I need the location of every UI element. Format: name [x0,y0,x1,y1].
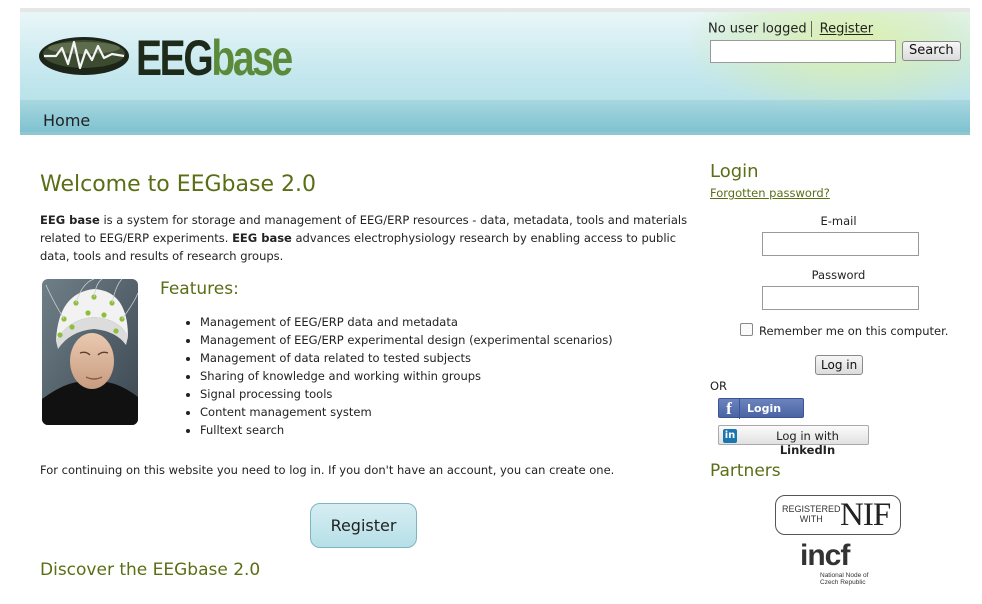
remember-label: Remember me on this computer. [759,324,949,338]
site-header: EEGbase Home No user logged Register Sear… [20,12,970,135]
list-item: Content management system [200,403,613,421]
forgotten-password-link[interactable]: Forgotten password? [710,186,830,200]
checkbox-icon[interactable] [740,323,753,336]
continue-text: For continuing on this website you need … [40,463,615,477]
intro-paragraph: EEG base is a system for storage and man… [40,213,688,263]
password-field[interactable] [762,286,919,310]
remember-me[interactable]: Remember me on this computer. [740,323,948,338]
facebook-login-label: Login [747,402,782,415]
brand-name: EEG base [40,213,100,227]
user-status-text: No user logged [708,21,807,37]
or-separator: OR [710,379,728,393]
list-item: Signal processing tools [200,385,613,403]
logo-wordmark[interactable]: EEGbase [136,30,293,86]
incf-name: incf [800,539,850,572]
nif-name: NIF [840,497,891,533]
list-item: Management of EEG/ERP experimental desig… [200,331,613,349]
list-item: Management of EEG/ERP data and metadata [200,313,613,331]
eeg-cap-photo [42,279,138,425]
incf-partner-logo[interactable]: incf National Node of Czech Republic [796,539,876,591]
linkedin-login-label: Log in with LinkedIn [776,429,839,457]
discover-heading: Discover the EEGbase 2.0 [40,560,261,580]
incf-subtitle: National Node of Czech Republic [820,572,869,586]
user-status: No user logged Register [708,21,873,37]
features-list: Management of EEG/ERP data and metadata … [182,313,613,439]
eeg-wave-logo-icon[interactable] [38,34,130,78]
email-field[interactable] [762,232,919,256]
register-button[interactable]: Register [310,503,417,548]
page-title: Welcome to EEGbase 2.0 [40,172,316,197]
login-heading: Login [710,161,759,182]
password-label: Password [811,268,866,282]
list-item: Fulltext search [200,421,613,439]
partners-heading: Partners [710,461,781,481]
login-button[interactable]: Log in [815,355,864,375]
header-register-link[interactable]: Register [820,22,874,37]
features-heading: Features: [160,279,239,299]
search-button[interactable]: Search [902,41,961,61]
list-item: Management of data related to tested sub… [200,349,613,367]
nif-registered-text: REGISTERED WITH [782,504,841,524]
email-label: E-mail [820,214,857,228]
facebook-icon: f [719,399,740,419]
divider [810,21,812,37]
nif-partner-logo[interactable]: REGISTERED WITH NIF [775,495,901,535]
search-input[interactable] [710,40,896,63]
facebook-login-button[interactable]: f Login [718,398,804,419]
list-item: Sharing of knowledge and working within … [200,367,613,385]
nav-home-link[interactable]: Home [43,111,90,130]
linkedin-icon: in [723,429,737,443]
linkedin-login-button[interactable]: in Log in with LinkedIn [718,425,869,457]
brand-name: EEG base [232,231,292,245]
